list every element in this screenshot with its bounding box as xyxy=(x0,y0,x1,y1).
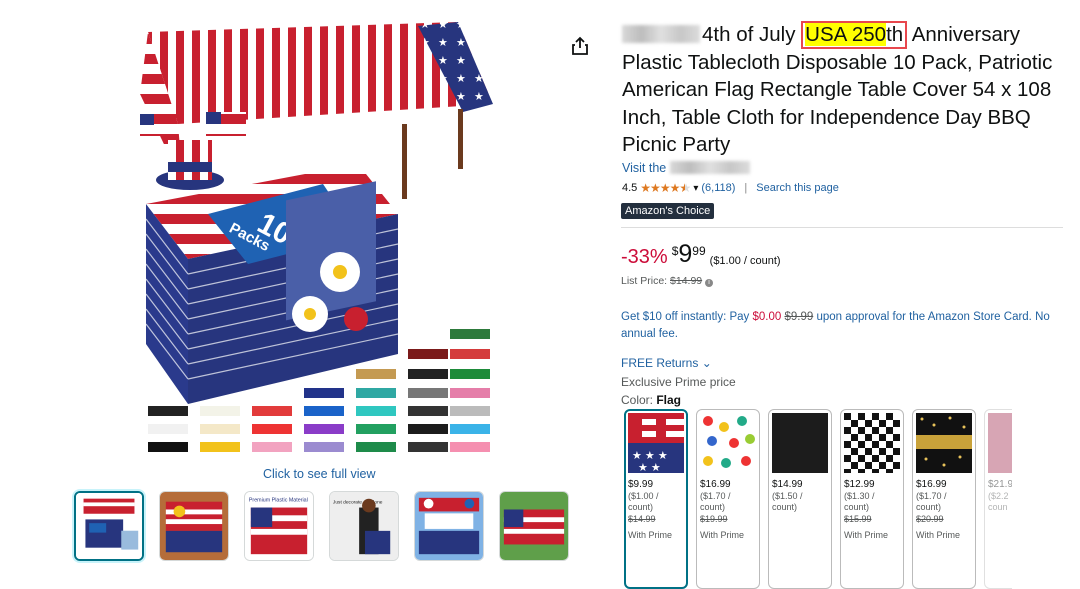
title-highlight-box: USA 250th xyxy=(801,21,908,49)
price-currency: $ xyxy=(671,244,679,258)
swatch-price: $21.9 xyxy=(988,479,1012,490)
price-whole: 9 xyxy=(678,240,693,268)
chevron-down-icon: ⌄ xyxy=(701,356,712,370)
color-swatch-black-gold[interactable]: $16.99 ($1.70 / count) $20.99 With Prime xyxy=(912,409,976,589)
swatch-image xyxy=(988,413,1012,473)
swatch-prime-label: With Prime xyxy=(628,530,673,540)
title-prefix: 4th of July xyxy=(702,23,802,46)
color-swatch-list: ★ ★ ★ ★ ★ $9.99 ($1.00 / count) $14.99 Wi… xyxy=(624,409,1012,589)
store-card-promo[interactable]: Get $10 off instantly: Pay $0.00 $9.99 u… xyxy=(621,309,1061,343)
swatch-image xyxy=(844,413,900,473)
visit-store-link[interactable]: Visit the xyxy=(622,161,752,175)
exclusive-prime-label: Exclusive Prime price xyxy=(621,375,736,389)
discount-percent: -33% xyxy=(621,246,668,268)
rating-row: 4.5 ★★★★★★ ▾ (6,118) | Search this page xyxy=(622,181,839,195)
swatch-image xyxy=(916,413,972,473)
swatch-list-price: $15.99 xyxy=(844,514,872,524)
free-returns-link[interactable]: FREE Returns ⌄ xyxy=(621,356,712,370)
info-icon[interactable]: i xyxy=(705,279,714,287)
swatch-image: ★ ★ ★ ★ ★ xyxy=(628,413,684,473)
price-cents: 99 xyxy=(692,244,706,258)
swatch-price: $9.99 xyxy=(628,479,654,490)
thumbnail-main[interactable] xyxy=(74,491,144,561)
swatch-price: $12.99 xyxy=(844,479,875,490)
title-highlight: USA 250 xyxy=(805,23,887,46)
rating-count-link[interactable]: (6,118) xyxy=(701,182,735,194)
amazons-choice-badge: Amazon's Choice xyxy=(621,203,715,219)
rating-value: 4.5 xyxy=(622,182,638,194)
divider: | xyxy=(744,182,748,194)
thumbnail-strip: Premium Plastic Material Just decorate &… xyxy=(74,491,569,561)
color-swatch-pink[interactable]: $21.9 ($2.2 coun xyxy=(984,409,1012,589)
price-block: -33% $ 9 99 ($1.00 / count) xyxy=(621,240,781,269)
promo-pay-price: $0.00 xyxy=(752,311,782,323)
svg-text:★ ★ ★: ★ ★ ★ xyxy=(632,450,668,462)
chevron-down-icon[interactable]: ▾ xyxy=(693,183,698,194)
selected-color: Flag xyxy=(656,393,682,407)
swatch-price: $16.99 xyxy=(700,479,731,490)
color-swatch-flag[interactable]: ★ ★ ★ ★ ★ $9.99 ($1.00 / count) $14.99 Wi… xyxy=(624,409,688,589)
thumbnail-caption-premium: Premium Plastic Material xyxy=(249,498,308,504)
search-page-link[interactable]: Search this page xyxy=(756,182,839,194)
title-highlight-suffix: th xyxy=(886,23,904,46)
color-label: Color: Flag xyxy=(621,393,682,407)
swatch-image xyxy=(772,413,828,473)
promo-struck-price: $9.99 xyxy=(784,311,814,323)
thumbnail-product-details[interactable]: Premium Plastic Material xyxy=(244,491,314,561)
product-title: 4th of July USA 250th Anniversary Plasti… xyxy=(622,21,1062,159)
svg-text:★ ★: ★ ★ xyxy=(638,462,661,473)
rating-stars-icon[interactable]: ★★★★★★ xyxy=(640,181,690,195)
swatch-list-price: $20.99 xyxy=(916,514,944,524)
share-icon[interactable] xyxy=(571,36,589,56)
swatch-price: $14.99 xyxy=(772,479,803,490)
swatch-image xyxy=(700,413,756,473)
swatch-price: $16.99 xyxy=(916,479,947,490)
color-swatch-balloons[interactable]: $16.99 ($1.70 / count) $19.99 With Prime xyxy=(696,409,760,589)
divider xyxy=(621,227,1063,228)
thumbnail-party-scene[interactable] xyxy=(414,491,484,561)
list-price: List Price: $14.99 i xyxy=(621,275,714,287)
list-price-value: $14.99 xyxy=(670,275,703,287)
color-swatch-black[interactable]: $14.99 ($1.50 / count) xyxy=(768,409,832,589)
thumbnail-lifestyle[interactable]: Just decorate & it done xyxy=(329,491,399,561)
main-product-image[interactable]: ★ xyxy=(128,14,508,464)
thumbnail-table-setting[interactable] xyxy=(159,491,229,561)
color-swatch-check[interactable]: $12.99 ($1.30 / count) $15.99 With Prime xyxy=(840,409,904,589)
thumbnail-outdoor-table[interactable] xyxy=(499,491,569,561)
swatch-prime-label: With Prime xyxy=(916,530,961,540)
brand-name-redacted xyxy=(622,25,700,43)
store-name-redacted xyxy=(670,161,751,174)
swatch-list-price: $19.99 xyxy=(700,514,728,524)
price-per-unit: ($1.00 / count) xyxy=(709,255,781,267)
see-full-view-link[interactable]: Click to see full view xyxy=(263,467,376,481)
swatch-prime-label: With Prime xyxy=(700,530,745,540)
swatch-list-price: $14.99 xyxy=(628,514,656,524)
swatch-prime-label: With Prime xyxy=(844,530,889,540)
